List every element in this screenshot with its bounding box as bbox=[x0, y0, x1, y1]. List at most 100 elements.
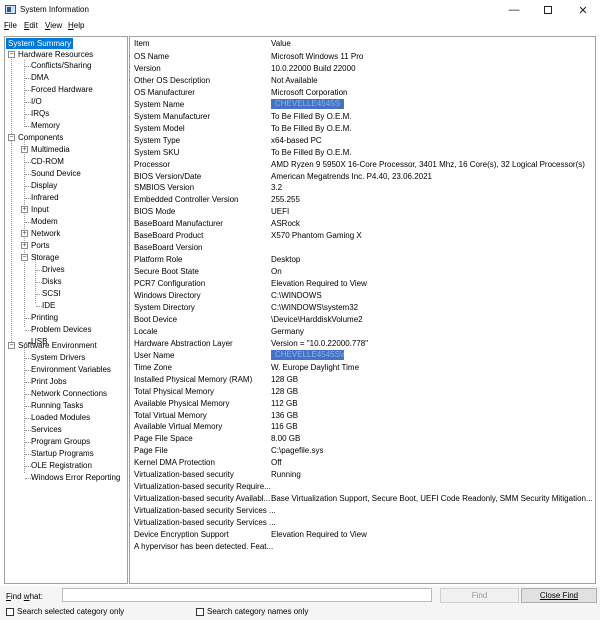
table-row[interactable]: System SKU To Be Filled By O.E.M. bbox=[130, 147, 595, 159]
menu-help[interactable]: Help bbox=[68, 21, 84, 30]
tree-item-cd-rom[interactable]: CD-ROM bbox=[31, 156, 64, 167]
close-find-button[interactable]: Close Find bbox=[521, 588, 597, 603]
table-row[interactable]: Virtualization-based security Services .… bbox=[130, 517, 595, 529]
table-row[interactable]: Processor AMD Ryzen 9 5950X 16-Core Proce… bbox=[130, 159, 595, 171]
tree-item-software-environment[interactable]: Software Environment bbox=[18, 340, 97, 351]
tree-item-storage[interactable]: Storage bbox=[31, 252, 59, 263]
table-row[interactable]: System Model To Be Filled By O.E.M. bbox=[130, 123, 595, 135]
tree-item-network-connections[interactable]: Network Connections bbox=[31, 388, 107, 399]
table-row[interactable]: BIOS Version/Date American Megatrends Inc… bbox=[130, 171, 595, 183]
close-button[interactable]: ✕ bbox=[566, 0, 600, 20]
table-row[interactable]: Total Virtual Memory 136 GB bbox=[130, 410, 595, 422]
tree-item-scsi[interactable]: SCSI bbox=[42, 288, 61, 299]
table-row[interactable]: PCR7 Configuration Elevation Required to … bbox=[130, 278, 595, 290]
tree-item-system-summary[interactable]: System Summary bbox=[6, 38, 74, 49]
table-row[interactable]: BaseBoard Product X570 Phantom Gaming X bbox=[130, 230, 595, 242]
tree-item-services[interactable]: Services bbox=[31, 424, 62, 435]
tree-item-io[interactable]: I/O bbox=[31, 96, 42, 107]
tree-item-startup-programs[interactable]: Startup Programs bbox=[31, 448, 94, 459]
tree-item-sound-device[interactable]: Sound Device bbox=[31, 168, 81, 179]
table-row[interactable]: Available Virtual Memory 116 GB bbox=[130, 421, 595, 433]
tree-item-dma[interactable]: DMA bbox=[31, 72, 49, 83]
table-row[interactable]: System Name CHEVELLE4545S bbox=[130, 98, 595, 111]
table-row[interactable]: BaseBoard Version bbox=[130, 242, 595, 254]
tree-item-loaded-modules[interactable]: Loaded Modules bbox=[31, 412, 90, 423]
tree-item-ports[interactable]: Ports bbox=[31, 240, 50, 251]
minimize-button[interactable]: — bbox=[497, 0, 531, 20]
table-row[interactable]: Other OS Description Not Available bbox=[130, 75, 595, 87]
table-row[interactable]: Page File C:\pagefile.sys bbox=[130, 445, 595, 457]
tree-item-environment-variables[interactable]: Environment Variables bbox=[31, 364, 111, 375]
tree-item-program-groups[interactable]: Program Groups bbox=[31, 436, 90, 447]
table-row[interactable]: Kernel DMA Protection Off bbox=[130, 457, 595, 469]
table-row[interactable]: Virtualization-based security Require... bbox=[130, 481, 595, 493]
table-row[interactable]: A hypervisor has been detected. Feat... bbox=[130, 541, 595, 553]
table-row[interactable]: Time Zone W. Europe Daylight Time bbox=[130, 362, 595, 374]
tree-item-windows-error-reporting[interactable]: Windows Error Reporting bbox=[31, 472, 120, 483]
table-row[interactable]: BIOS Mode UEFI bbox=[130, 206, 595, 218]
table-row[interactable]: Windows Directory C:\WINDOWS bbox=[130, 290, 595, 302]
tree-item-ide[interactable]: IDE bbox=[42, 300, 55, 311]
tree-item-irqs[interactable]: IRQs bbox=[31, 108, 49, 119]
tree-item-memory[interactable]: Memory bbox=[31, 120, 60, 131]
expand-icon[interactable]: + bbox=[21, 230, 28, 237]
table-row[interactable]: Device Encryption Support Elevation Requi… bbox=[130, 529, 595, 541]
table-row[interactable]: OS Manufacturer Microsoft Corporation bbox=[130, 87, 595, 99]
tree-item-components[interactable]: Components bbox=[18, 132, 63, 143]
tree-item-multimedia[interactable]: Multimedia bbox=[31, 144, 70, 155]
menu-view[interactable]: View bbox=[45, 21, 62, 30]
collapse-icon[interactable]: − bbox=[8, 51, 15, 58]
table-row[interactable]: Embedded Controller Version 255.255 bbox=[130, 194, 595, 206]
tree-item-infrared[interactable]: Infrared bbox=[31, 192, 59, 203]
table-row[interactable]: User Name CHEVELLE4545S\mitgerge bbox=[130, 349, 595, 362]
collapse-icon[interactable]: − bbox=[8, 342, 15, 349]
table-row[interactable]: Virtualization-based security Running bbox=[130, 469, 595, 481]
tree-item-modem[interactable]: Modem bbox=[31, 216, 58, 227]
tree-item-ole-registration[interactable]: OLE Registration bbox=[31, 460, 92, 471]
expand-icon[interactable]: + bbox=[21, 206, 28, 213]
tree-item-problem-devices[interactable]: Problem Devices bbox=[31, 324, 91, 335]
expand-icon[interactable]: + bbox=[21, 242, 28, 249]
table-row[interactable]: Virtualization-based security Services .… bbox=[130, 505, 595, 517]
tree-item-display[interactable]: Display bbox=[31, 180, 57, 191]
tree-item-network[interactable]: Network bbox=[31, 228, 60, 239]
menu-file[interactable]: File bbox=[4, 21, 17, 30]
search-category-names-checkbox[interactable]: Search category names only bbox=[196, 607, 308, 616]
tree-item-printing[interactable]: Printing bbox=[31, 312, 58, 323]
table-row[interactable]: Available Physical Memory 112 GB bbox=[130, 398, 595, 410]
tree-item-forced-hardware[interactable]: Forced Hardware bbox=[31, 84, 93, 95]
maximize-button[interactable] bbox=[531, 0, 565, 20]
table-row[interactable]: Platform Role Desktop bbox=[130, 254, 595, 266]
tree-item-conflicts-sharing[interactable]: Conflicts/Sharing bbox=[31, 60, 91, 71]
table-row[interactable]: Secure Boot State On bbox=[130, 266, 595, 278]
table-row[interactable]: Boot Device \Device\HarddiskVolume2 bbox=[130, 314, 595, 326]
collapse-icon[interactable]: − bbox=[21, 254, 28, 261]
expand-icon[interactable]: + bbox=[21, 146, 28, 153]
table-row[interactable]: System Manufacturer To Be Filled By O.E.M… bbox=[130, 111, 595, 123]
table-row[interactable]: Virtualization-based security Availabl..… bbox=[130, 493, 595, 505]
tree-item-hardware-resources[interactable]: Hardware Resources bbox=[18, 49, 93, 60]
column-header-value[interactable]: Value bbox=[271, 39, 291, 48]
table-row[interactable]: Installed Physical Memory (RAM) 128 GB bbox=[130, 374, 595, 386]
menu-edit[interactable]: Edit bbox=[24, 21, 38, 30]
collapse-icon[interactable]: − bbox=[8, 134, 15, 141]
table-row[interactable]: Page File Space 8.00 GB bbox=[130, 433, 595, 445]
tree-item-print-jobs[interactable]: Print Jobs bbox=[31, 376, 67, 387]
column-header-item[interactable]: Item bbox=[134, 39, 150, 48]
table-row[interactable]: System Directory C:\WINDOWS\system32 bbox=[130, 302, 595, 314]
find-button[interactable]: Find bbox=[440, 588, 519, 603]
tree-item-system-drivers[interactable]: System Drivers bbox=[31, 352, 85, 363]
table-row[interactable]: Locale Germany bbox=[130, 326, 595, 338]
search-selected-category-checkbox[interactable]: Search selected category only bbox=[6, 607, 124, 616]
tree-item-drives[interactable]: Drives bbox=[42, 264, 65, 275]
table-row[interactable]: Hardware Abstraction Layer Version = "10.… bbox=[130, 338, 595, 350]
table-row[interactable]: Total Physical Memory 128 GB bbox=[130, 386, 595, 398]
table-row[interactable]: Version 10.0.22000 Build 22000 bbox=[130, 63, 595, 75]
details-list[interactable]: Item Value OS Name Microsoft Windows 11 P… bbox=[129, 36, 596, 584]
tree-item-disks[interactable]: Disks bbox=[42, 276, 62, 287]
table-row[interactable]: System Type x64-based PC bbox=[130, 135, 595, 147]
table-row[interactable]: OS Name Microsoft Windows 11 Pro bbox=[130, 51, 595, 63]
category-tree[interactable]: System Summary − Hardware Resources Conf… bbox=[4, 36, 128, 584]
tree-item-input[interactable]: Input bbox=[31, 204, 49, 215]
table-row[interactable]: BaseBoard Manufacturer ASRock bbox=[130, 218, 595, 230]
